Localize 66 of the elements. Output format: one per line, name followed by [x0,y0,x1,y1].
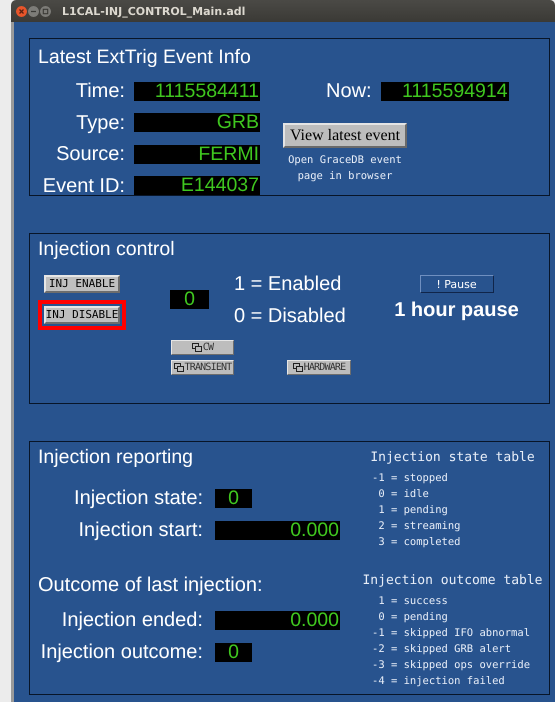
related-display-button[interactable]: CW [171,340,234,355]
pause-button[interactable]: ! Pause [420,275,494,293]
table-title: Injection outcome table [362,572,542,590]
readout-field: GRB [134,113,260,132]
maximize-icon[interactable] [40,6,51,16]
field-label: Injection ended: [62,609,203,631]
caption-text: page in browser [296,169,394,184]
command-button[interactable]: INJ DISABLE [38,300,126,330]
readout-field: 1115584411 [134,82,260,100]
code-value: 1 [377,503,385,518]
code-value: -1 [372,471,385,486]
code-meaning: = skipped IFO abnormal [390,626,530,641]
command-button[interactable]: INJ ENABLE [44,275,120,293]
code-value: 3 [377,535,385,550]
code-value: -4 [372,674,385,689]
readout-field: 0.000 [215,610,340,630]
readout-field: FERMI [134,144,260,164]
caption-text: Open GraceDB event [287,153,403,168]
code-meaning: = pending [390,503,449,518]
code-meaning: = completed [390,535,460,550]
view-event-button[interactable]: View latest event [283,123,407,148]
readout-field: 1115594914 [380,82,509,100]
code-value: 0 [377,487,385,502]
panel-title: Injection control [37,238,175,260]
minimize-icon[interactable] [28,6,39,16]
code-meaning: = injection failed [390,674,506,689]
readout-field: 0.000 [215,520,340,540]
readout-field: E144037 [134,176,260,195]
close-icon[interactable] [16,6,27,16]
pause-label: 1 hour pause [394,298,519,322]
field-label: Injection state: [74,487,203,509]
related-display-button[interactable]: HARDWARE [287,360,351,375]
field-label: Now: [326,80,372,102]
windows-icon [174,363,184,372]
panel-title: Injection reporting [38,446,194,468]
table-title: Injection state table [370,449,535,467]
code-meaning: = success [390,594,449,609]
legend-text: 1 = Enabled [234,272,342,296]
readout-field: 0 [215,488,252,508]
code-meaning: = pending [390,610,449,625]
related-display-button[interactable]: TRANSIENT [171,360,234,375]
code-value: 0 [377,610,385,625]
field-label: Time: [76,80,125,102]
code-meaning: = idle [390,487,430,502]
field-label: Injection outcome: [40,641,203,663]
code-meaning: = streaming [390,519,460,534]
status-readout: 0 [170,290,209,309]
readout-field: 0 [215,642,252,662]
section-heading: Outcome of last injection: [38,573,263,597]
code-value: -1 [372,626,385,641]
code-value: -3 [372,658,385,673]
window-title: L1CAL-INJ_CONTROL_Main.adl [62,4,246,18]
code-meaning: = stopped [390,471,449,486]
field-label: Event ID: [42,174,125,196]
code-meaning: = skipped ops override [390,658,530,673]
field-label: Type: [76,112,125,134]
legend-text: 0 = Disabled [234,304,347,328]
windows-icon [192,343,202,352]
code-value: -2 [372,642,385,657]
code-value: 1 [377,594,385,609]
code-meaning: = skipped GRB alert [390,642,512,657]
code-value: 2 [377,519,385,534]
panel-title: Latest ExtTrig Event Info [37,46,251,68]
field-label: Injection start: [78,519,203,541]
windows-icon [292,363,303,372]
field-label: Source: [56,143,125,165]
